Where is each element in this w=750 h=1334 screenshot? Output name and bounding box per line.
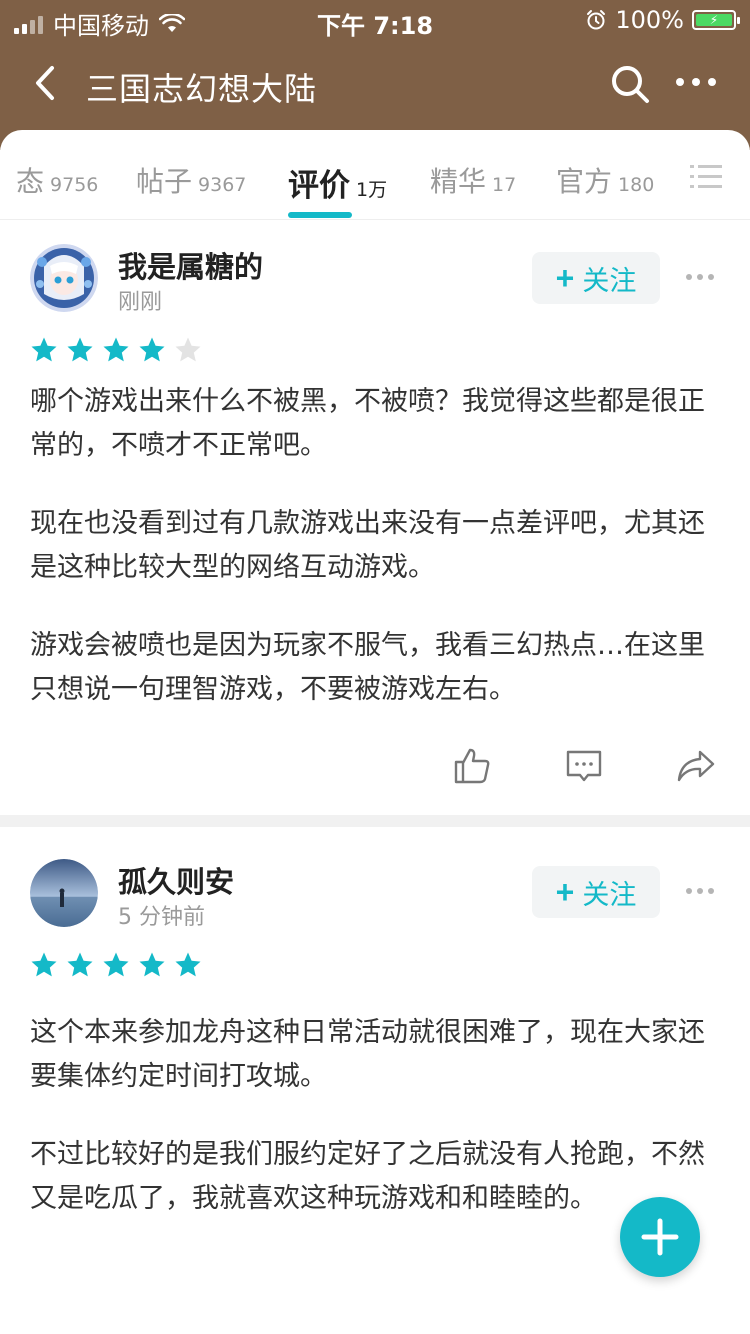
- tab-label: 态: [16, 165, 45, 198]
- tab-reviews[interactable]: 评价 1万: [288, 160, 387, 205]
- post-time: 5 分钟前: [118, 905, 205, 930]
- review-paragraph: 不过比较好的是我们服约定好了之后就没有人抢跑，不然又是吃瓜了，我就喜欢这种玩游戏…: [30, 1139, 705, 1214]
- nav-bar: 三国志幻想大陆: [0, 40, 750, 130]
- plus-icon: +: [555, 874, 575, 910]
- app-header: 中国移动 下午 7:18 100% ⚡ 三国志幻想大陆: [0, 0, 750, 150]
- comment-icon[interactable]: [564, 746, 604, 786]
- plus-icon: [641, 1218, 679, 1256]
- star-empty-icon: [175, 337, 201, 362]
- star-filled-icon: [31, 337, 57, 362]
- back-chevron-icon[interactable]: [26, 60, 66, 106]
- star-rating: [30, 951, 202, 979]
- review-paragraph: 哪个游戏出来什么不被黑，不被喷？我觉得这些都是很正常的，不喷才不正常吧。: [30, 386, 705, 461]
- battery-icon: ⚡: [692, 10, 740, 30]
- star-filled-icon: [103, 337, 129, 362]
- tab-official[interactable]: 官方 180: [556, 160, 654, 200]
- tab-featured[interactable]: 精华 17: [430, 160, 516, 200]
- tab-dynamic[interactable]: 态 9756: [16, 160, 98, 200]
- star-rating: [30, 336, 202, 364]
- card-divider: [0, 815, 750, 827]
- more-icon[interactable]: [676, 78, 716, 90]
- post-more-icon[interactable]: [686, 888, 714, 896]
- tab-count: 180: [618, 174, 655, 196]
- star-filled-icon: [67, 337, 93, 362]
- star-filled-icon: [103, 952, 129, 977]
- follow-label: 关注: [582, 879, 637, 910]
- tab-bar: 态 9756 帖子 9367 评价 1万 精华 17 官方 180: [0, 130, 750, 220]
- star-filled-icon: [139, 337, 165, 362]
- search-icon[interactable]: [608, 62, 652, 106]
- like-thumb-icon[interactable]: [452, 746, 492, 786]
- post-more-icon[interactable]: [686, 274, 714, 282]
- review-card: 我是属糖的 刚刚 + 关注 哪个游戏出来什么不被黑，不被喷？我觉得这些都是很正常…: [0, 220, 750, 815]
- active-tab-indicator: [288, 212, 352, 218]
- username[interactable]: 孤久则安: [118, 859, 234, 901]
- follow-button[interactable]: + 关注: [532, 866, 660, 918]
- username[interactable]: 我是属糖的: [118, 244, 263, 286]
- page-title: 三国志幻想大陆: [86, 70, 318, 108]
- tab-label: 评价: [288, 168, 350, 204]
- post-actions: [0, 746, 750, 786]
- review-paragraph: 游戏会被喷也是因为玩家不服气，我看三幻热点…在这里只想说一句理智游戏，不要被游戏…: [30, 630, 705, 705]
- follow-button[interactable]: + 关注: [532, 252, 660, 304]
- list-menu-icon[interactable]: [690, 164, 722, 190]
- add-review-button[interactable]: [620, 1197, 700, 1277]
- tab-count: 1万: [356, 179, 388, 201]
- tab-label: 帖子: [136, 165, 193, 198]
- battery-percent: 100%: [615, 6, 684, 34]
- tab-posts[interactable]: 帖子 9367: [136, 160, 246, 200]
- star-filled-icon: [67, 952, 93, 977]
- avatar[interactable]: [30, 859, 98, 927]
- star-filled-icon: [31, 952, 57, 977]
- review-paragraph: 这个本来参加龙舟这种日常活动就很困难了，现在大家还要集体约定时间打攻城。: [30, 1017, 705, 1092]
- tab-count: 9756: [50, 174, 99, 196]
- share-icon[interactable]: [676, 746, 716, 786]
- avatar[interactable]: [30, 244, 98, 312]
- tab-count: 9367: [198, 174, 247, 196]
- post-time: 刚刚: [118, 290, 163, 315]
- star-filled-icon: [139, 952, 165, 977]
- star-filled-icon: [175, 952, 201, 977]
- tab-count: 17: [492, 174, 517, 196]
- follow-label: 关注: [582, 265, 637, 296]
- tab-label: 精华: [430, 165, 487, 198]
- status-bar: 中国移动 下午 7:18 100% ⚡: [0, 0, 750, 40]
- review-paragraph: 现在也没看到过有几款游戏出来没有一点差评吧，尤其还是这种比较大型的网络互动游戏。: [30, 508, 705, 583]
- plus-icon: +: [555, 260, 575, 296]
- tab-label: 官方: [556, 165, 613, 198]
- alarm-icon: [587, 10, 606, 30]
